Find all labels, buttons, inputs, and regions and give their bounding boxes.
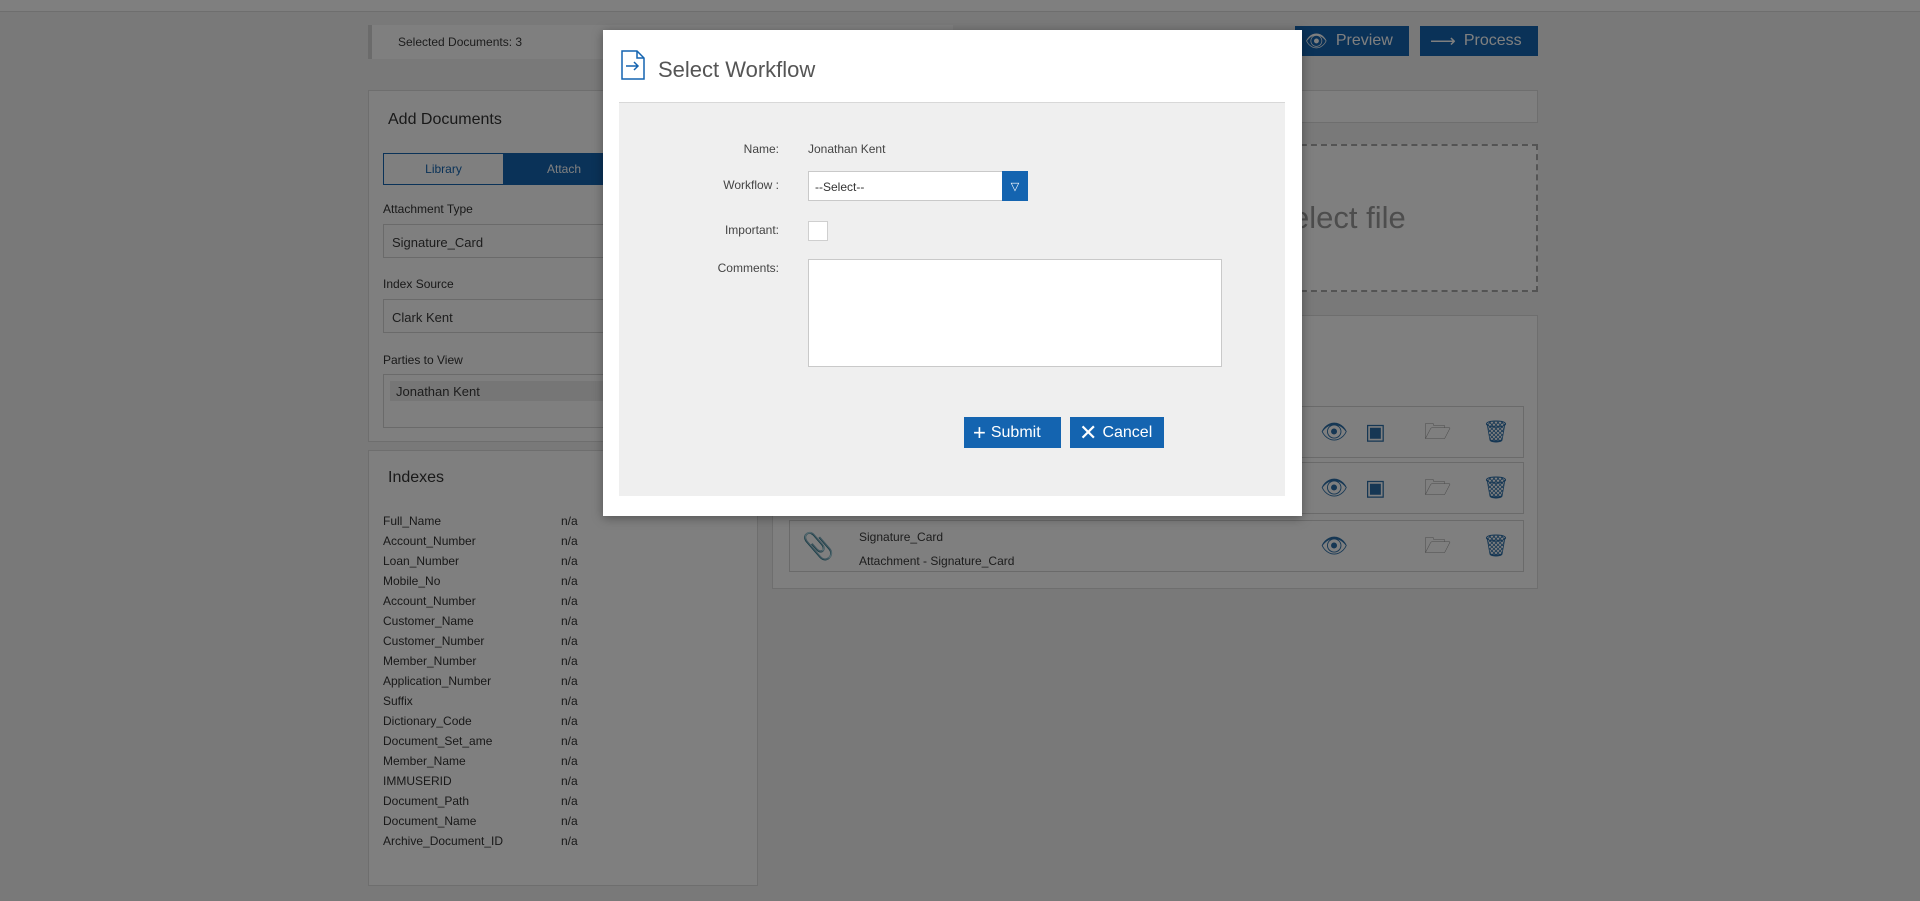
workflow-select[interactable]: --Select-- ▽ <box>808 171 1028 201</box>
workflow-selected-value: --Select-- <box>815 180 865 194</box>
cancel-button[interactable]: ✕ Cancel <box>1070 417 1164 448</box>
name-label: Name: <box>743 142 779 156</box>
dialog-title: Select Workflow <box>658 57 816 82</box>
close-icon: ✕ <box>1079 419 1098 445</box>
cancel-label: Cancel <box>1102 423 1153 441</box>
select-workflow-dialog: Select Workflow Name: Jonathan Kent Work… <box>603 30 1302 516</box>
comments-label: Comments: <box>717 261 779 275</box>
document-arrow-icon <box>621 50 645 80</box>
submit-button[interactable]: + Submit <box>964 417 1061 448</box>
plus-icon: + <box>973 419 986 445</box>
chevron-down-icon[interactable]: ▽ <box>1002 171 1028 201</box>
dialog-body: Name: Jonathan Kent Workflow : --Select-… <box>619 102 1285 496</box>
comments-textarea[interactable] <box>808 259 1222 367</box>
workflow-label: Workflow : <box>723 178 779 192</box>
submit-label: Submit <box>990 423 1041 441</box>
name-value: Jonathan Kent <box>808 142 886 156</box>
important-label: Important: <box>724 223 779 237</box>
important-checkbox[interactable] <box>808 221 828 241</box>
